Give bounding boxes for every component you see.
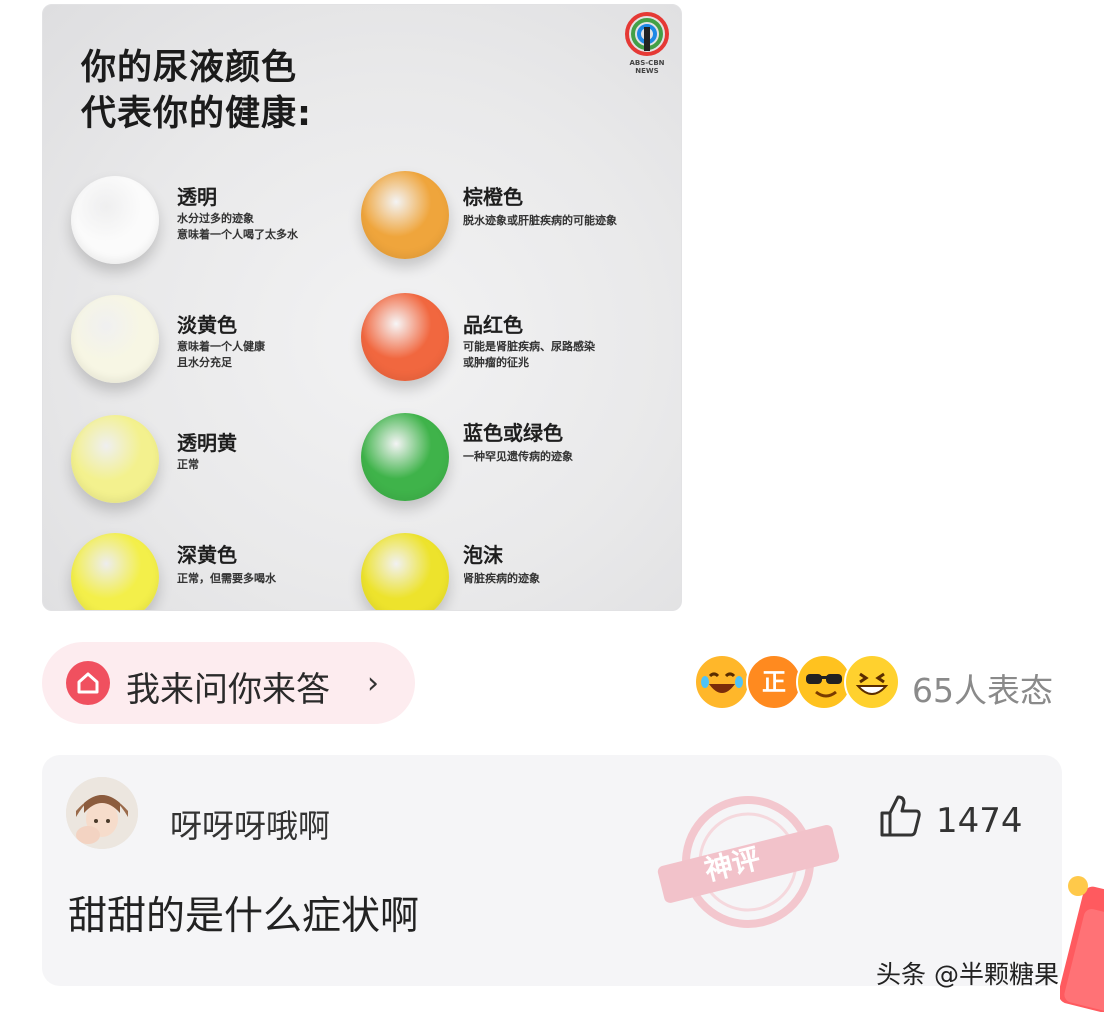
laugh-cry-emoji-icon: [694, 654, 750, 710]
watermark: 头条 @半颗糖果: [876, 960, 1059, 989]
comment-user-name[interactable]: 呀呀呀哦啊: [170, 801, 330, 847]
color-dot-foam: [361, 533, 449, 610]
chevron-right-icon: ›: [367, 666, 379, 701]
item-label: 品红色: [463, 313, 523, 337]
item-label: 深黄色: [177, 543, 237, 567]
item-desc: 意味着一个人健康 且水分充足: [177, 340, 265, 369]
top-comment-card[interactable]: 呀呀呀哦啊 神评 1474 甜甜的是什么症状啊: [42, 755, 1062, 986]
item-desc: 正常: [177, 458, 199, 471]
item-label: 棕橙色: [463, 185, 523, 209]
color-dot-brown-orange: [361, 171, 449, 259]
reaction-count: 65人表态: [912, 671, 1053, 710]
color-dot-transparent-yellow: [71, 415, 159, 503]
color-dot-dark-yellow: [71, 533, 159, 610]
ask-answer-label: 我来问你来答: [126, 670, 330, 710]
item-label: 淡黄色: [177, 313, 237, 337]
avatar[interactable]: [66, 777, 138, 849]
item-desc: 正常，但需要多喝水: [177, 572, 276, 585]
item-label: 透明: [177, 185, 217, 209]
item-label: 透明黄: [177, 431, 237, 455]
item-desc: 肾脏疾病的迹象: [463, 572, 540, 585]
zheng-badge-emoji-icon: 正: [746, 654, 802, 710]
house-icon: [66, 661, 110, 705]
item-label: 泡沫: [463, 543, 503, 567]
thumbs-up-icon[interactable]: [878, 793, 924, 839]
grin-emoji-icon: [844, 654, 900, 710]
item-desc: 水分过多的迹象 意味着一个人喝了太多水: [177, 212, 298, 241]
color-dot-magenta: [361, 293, 449, 381]
color-dot-pale-yellow: [71, 295, 159, 383]
logo-text: ABS-CBN NEWS: [629, 59, 665, 75]
item-label: 蓝色或绿色: [463, 421, 563, 445]
red-envelope-decoration[interactable]: [1058, 872, 1104, 1014]
item-desc: 一种罕见遗传病的迹象: [463, 450, 573, 463]
urine-color-infographic[interactable]: 你的尿液颜色 代表你的健康: ABS-CBN NEWS 透明 水分过多的迹象 意味…: [42, 4, 682, 611]
shenping-stamp: 神评: [648, 787, 848, 937]
color-dot-blue-green: [361, 413, 449, 501]
like-count: 1474: [936, 801, 1023, 841]
ask-answer-button[interactable]: 我来问你来答 ›: [42, 642, 415, 724]
color-dot-clear: [71, 176, 159, 264]
infographic-title: 你的尿液颜色 代表你的健康:: [81, 48, 312, 134]
item-desc: 脱水迹象或肝脏疾病的可能迹象: [463, 214, 617, 227]
abs-cbn-logo: ABS-CBN NEWS: [619, 9, 675, 75]
item-desc: 可能是肾脏疾病、尿路感染 或肿瘤的征兆: [463, 340, 595, 369]
comment-text: 甜甜的是什么症状啊: [68, 894, 420, 939]
